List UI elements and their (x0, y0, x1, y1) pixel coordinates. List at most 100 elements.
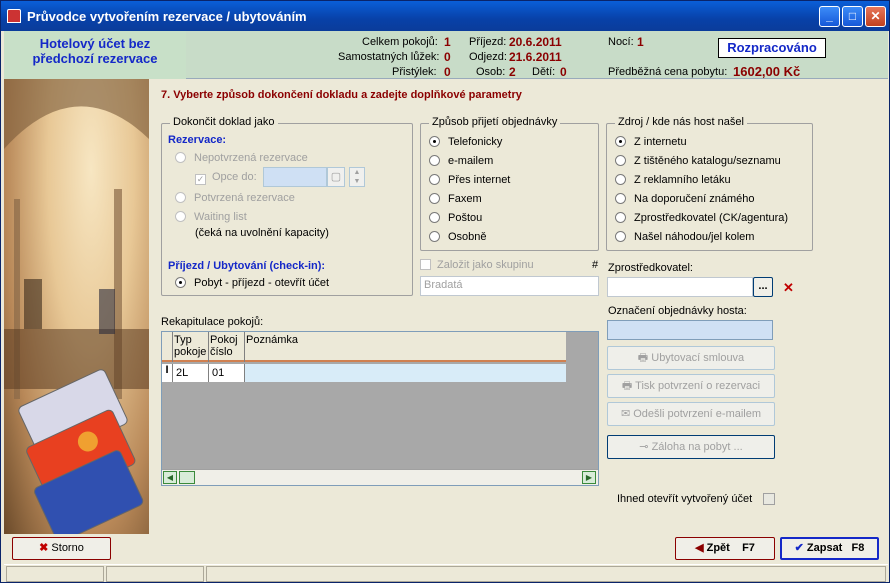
radio-katalog[interactable]: Z tištěného katalogu/seznamu (615, 155, 781, 167)
grid-corner (162, 332, 173, 362)
radio-doporuceni[interactable]: Na doporučení známého (615, 193, 754, 205)
radio-circle (615, 174, 626, 185)
rekapitulace-grid[interactable]: Typ pokoje Pokoj číslo Poznámka I 2L 01 ◀ … (161, 331, 599, 486)
ubytovaci-smlouva-label: Ubytovací smlouva (651, 352, 745, 364)
samostatnych-luzek-value: 0 (444, 50, 451, 64)
clear-x-icon[interactable]: ✕ (783, 280, 794, 296)
radio-circle (175, 192, 186, 203)
option-label: Z tištěného katalogu/seznamu (634, 155, 781, 167)
scroll-thumb[interactable] (179, 471, 195, 484)
zpet-key: F7 (742, 542, 755, 554)
zprostredkovatel-browse-button[interactable]: ... (753, 277, 773, 297)
radio-osobne[interactable]: Osobně (429, 231, 487, 243)
odesli-email-button[interactable]: ✉ Odešli potvrzení e-mailem (607, 402, 775, 426)
radio-pobyt[interactable]: Pobyt - příjezd - otevřít účet (175, 277, 329, 289)
wizard-window: Průvodce vytvořením rezervace / ubytován… (0, 0, 890, 583)
radio-circle (615, 155, 626, 166)
zapsat-label: Zapsat (806, 542, 843, 554)
zpet-button[interactable]: ◀ Zpět F7 (675, 537, 775, 560)
cell-typ[interactable]: 2L (176, 367, 188, 379)
option-label: e-mailem (448, 155, 494, 167)
radio-circle (429, 174, 440, 185)
radio-circle-selected (429, 136, 440, 147)
radio-telefonicky[interactable]: Telefonicky (429, 136, 502, 148)
radio-postou[interactable]: Poštou (429, 212, 482, 224)
radio-pobyt-label: Pobyt - příjezd - otevřít účet (194, 277, 330, 289)
radio-circle (615, 193, 626, 204)
status-bar (4, 564, 888, 582)
odesli-email-label: Odešli potvrzení e-mailem (633, 408, 762, 420)
maximize-button[interactable]: □ (842, 6, 863, 27)
printer-icon: 🖶 (637, 352, 652, 364)
tisk-potvrzeni-button[interactable]: 🖶 Tisk potvrzení o rezervaci (607, 374, 775, 398)
status-pane-2 (106, 566, 204, 582)
cell-poznamka[interactable] (244, 364, 566, 382)
grid-header-typ-2: pokoje (174, 346, 207, 358)
radio-z-internetu[interactable]: Z internetu (615, 136, 687, 148)
grid-header-typ-1: Typ (174, 334, 192, 346)
ubytovaci-smlouva-button[interactable]: 🖶 Ubytovací smlouva (607, 346, 775, 370)
hash-label: # (592, 259, 599, 271)
radio-waiting[interactable]: Waiting list (175, 211, 247, 223)
hotel-photo (4, 79, 149, 534)
storno-label: Storno (51, 542, 84, 554)
calendar-button[interactable]: ▢ (327, 167, 345, 187)
horizontal-scrollbar[interactable]: ◀ ▶ (162, 469, 598, 485)
title-bar: Průvodce vytvořením rezervace / ubytován… (1, 1, 889, 31)
radio-pres-internet[interactable]: Přes internet (429, 174, 510, 186)
document-type: Hotelový účet bez předchozí rezervace (4, 31, 186, 79)
radio-faxem[interactable]: Faxem (429, 193, 482, 205)
radio-zprostredkovatel[interactable]: Zprostředkovatel (CK/agentura) (615, 212, 788, 224)
noci-label: Nocí: (608, 36, 634, 48)
close-button[interactable]: ✕ (865, 6, 886, 27)
checkbox-box (420, 259, 431, 270)
opce-label: Opce do: (212, 171, 257, 183)
column-divider (208, 364, 209, 382)
minimize-button[interactable]: _ (819, 6, 840, 27)
column-divider (208, 332, 209, 362)
grid-header-typ: Typ pokoje (174, 334, 208, 358)
waiting-note: (čeká na uvolnění kapacity) (195, 227, 329, 239)
scroll-left-icon[interactable]: ◀ (163, 471, 177, 484)
status-badge: Rozpracováno (718, 38, 826, 58)
option-label: Osobně (448, 231, 487, 243)
radio-emailem[interactable]: e-mailem (429, 155, 493, 167)
radio-nepotvrzena[interactable]: Nepotvrzená rezervace (175, 152, 308, 164)
printer-icon: 🖶 (621, 380, 636, 392)
radio-circle (175, 152, 186, 163)
opce-checkbox[interactable]: ✓ Opce do: (195, 171, 257, 185)
status-pane-3 (206, 566, 886, 582)
radio-circle (429, 193, 440, 204)
option-label: Z reklamního letáku (634, 174, 731, 186)
skupina-name-input[interactable]: Bradatá (420, 276, 599, 296)
cena-label: Předběžná cena pobytu: (608, 66, 728, 78)
cena-value: 1602,00 Kč (733, 64, 801, 79)
zapsat-button[interactable]: ✔ Zapsat F8 (780, 537, 879, 560)
radio-potvrzena[interactable]: Potvrzená rezervace (175, 192, 295, 204)
opce-date-input[interactable] (263, 167, 327, 187)
oznaceni-input[interactable] (607, 320, 773, 340)
table-row[interactable]: I 2L 01 (162, 364, 566, 382)
radio-circle (615, 231, 626, 242)
noci-value: 1 (637, 35, 644, 49)
radio-potvrzena-label: Potvrzená rezervace (194, 192, 295, 204)
rekapitulace-label: Rekapitulace pokojů: (161, 316, 264, 328)
scroll-right-icon[interactable]: ▶ (582, 471, 596, 484)
radio-letak[interactable]: Z reklamního letáku (615, 174, 731, 186)
document-type-line2: předchozí rezervace (32, 51, 158, 66)
radio-nahodou[interactable]: Našel náhodou/jel kolem (615, 231, 754, 243)
step-title: 7. Vyberte způsob dokončení dokladu a za… (161, 89, 522, 101)
zprostredkovatel-input[interactable] (607, 277, 753, 297)
samostatnych-luzek-label: Samostatných lůžek: (338, 51, 440, 63)
ihned-checkbox[interactable] (763, 493, 775, 505)
skupina-checkbox[interactable]: Založit jako skupinu (420, 259, 534, 271)
zpet-label: Zpět (706, 542, 730, 554)
cell-pokoj[interactable]: 01 (212, 367, 224, 379)
mail-icon: ✉ (620, 408, 634, 420)
odjezd-value: 21.6.2011 (509, 50, 562, 64)
option-label: Poštou (448, 212, 483, 224)
date-spinner[interactable]: ▲ ▼ (349, 167, 365, 187)
storno-button[interactable]: ✖ Storno (12, 537, 111, 560)
zaloha-button[interactable]: ⊸ Záloha na pobyt ... (607, 435, 775, 459)
grid-header-poznamka: Poznámka (246, 334, 298, 346)
